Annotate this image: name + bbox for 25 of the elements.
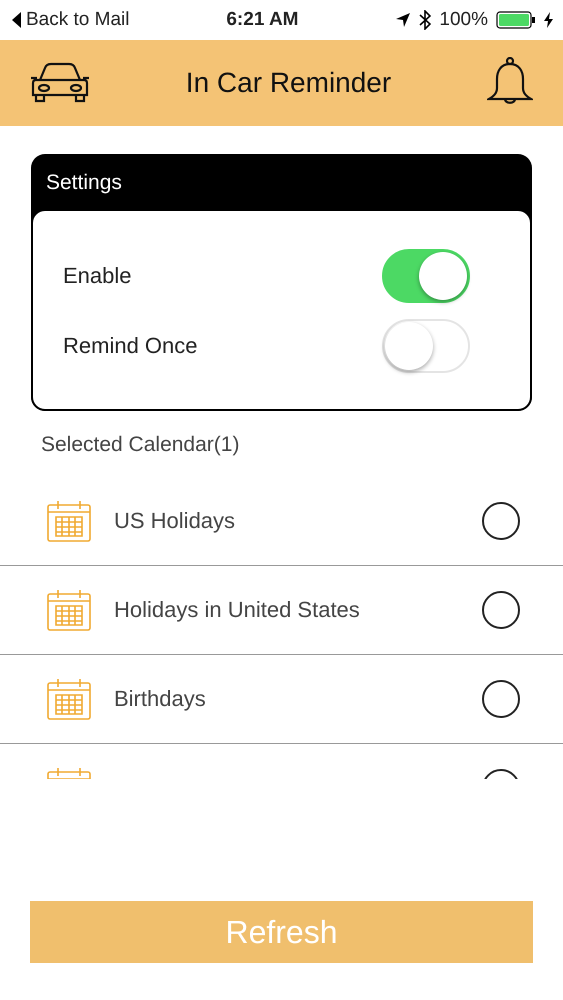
settings-title: Settings: [45, 170, 123, 196]
radio-button[interactable]: [482, 502, 520, 540]
bluetooth-icon: [419, 10, 432, 30]
status-time: 6:21 AM: [226, 8, 299, 32]
calendar-icon: [47, 678, 91, 720]
toggle-switch[interactable]: [382, 318, 470, 372]
back-link[interactable]: Back to Mail: [26, 6, 130, 34]
battery-icon: [496, 11, 536, 29]
calendar-name: US Holidays: [114, 507, 236, 535]
calendar-name: Holidays in United States: [114, 596, 361, 624]
battery-percent: 100%: [439, 8, 488, 32]
charging-icon: [544, 12, 553, 28]
toggle-switch[interactable]: [382, 248, 470, 302]
toggle-label: Remind Once: [63, 332, 198, 360]
car-icon[interactable]: [30, 62, 90, 104]
calendar-name: Birthdays: [114, 685, 207, 713]
calendar-icon: [47, 588, 91, 630]
calendar-icon: [47, 500, 91, 542]
radio-button[interactable]: [482, 680, 520, 718]
radio-button[interactable]: [482, 590, 520, 628]
section-heading: Selected Calendar(1): [40, 432, 240, 458]
app-title: In Car Reminder: [186, 66, 392, 100]
location-icon: [395, 12, 412, 28]
toggle-label: Enable: [63, 262, 132, 290]
back-arrow-icon[interactable]: [12, 12, 22, 28]
